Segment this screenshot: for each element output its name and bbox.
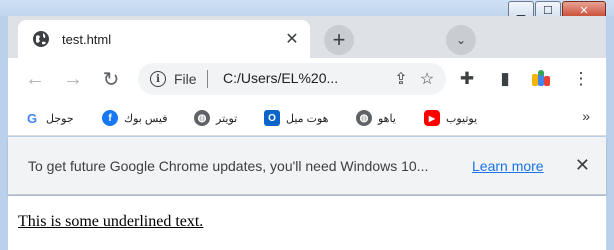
new-tab-button[interactable]: + — [324, 25, 354, 55]
toolbar: ← → ↻ i File C:/Users/EL%20... ⇪ ☆ ✚ ▮ ⋮ — [8, 58, 606, 100]
bookmarks-overflow-icon[interactable]: » — [582, 108, 590, 124]
globe-icon: ◍ — [356, 110, 372, 126]
bookmark-label: تويتر — [216, 112, 238, 125]
infobar-message: To get future Google Chrome updates, you… — [28, 158, 429, 174]
outlook-icon: O — [264, 110, 280, 126]
bookmark-star-icon[interactable]: ☆ — [416, 68, 438, 90]
bookmark-facebook[interactable]: f فيس بوك — [102, 108, 167, 128]
url-text[interactable]: C:/Users/EL%20... — [223, 70, 338, 86]
globe-icon: ◍ — [194, 110, 210, 126]
back-button[interactable]: ← — [22, 66, 48, 92]
site-info-chip[interactable]: i File — [144, 67, 214, 91]
site-label: File — [174, 71, 197, 87]
learn-more-link[interactable]: Learn more — [472, 158, 544, 174]
bookmark-label: جوجل — [46, 112, 74, 125]
facebook-icon: f — [102, 110, 118, 126]
bookmark-label: ياهو — [378, 112, 396, 125]
browser-window: ▁ ☐ ✕ test.html ✕ + ⌄ ← → ↻ i File C:/Us… — [0, 0, 614, 250]
bookmark-twitter[interactable]: ◍ تويتر — [194, 108, 237, 128]
avatar-icon — [532, 70, 550, 86]
google-icon: G — [24, 110, 40, 126]
infobar-close-icon[interactable]: ✕ — [575, 155, 590, 176]
update-infobar: To get future Google Chrome updates, you… — [8, 137, 606, 195]
tab-search-button[interactable]: ⌄ — [446, 25, 476, 55]
bookmark-youtube[interactable]: ▶ يوتيوب — [424, 108, 477, 128]
reload-button[interactable]: ↻ — [98, 66, 124, 92]
bookmark-label: يوتيوب — [446, 112, 478, 125]
extensions-icon[interactable]: ✚ — [454, 66, 480, 92]
underlined-text: This is some underlined text. — [18, 213, 204, 230]
window-border-left — [0, 16, 8, 250]
info-icon: i — [150, 71, 166, 87]
window-border-right — [606, 16, 614, 250]
page-content: This is some underlined text. — [8, 196, 606, 250]
tab-active[interactable]: test.html ✕ — [18, 20, 310, 58]
side-panel-icon[interactable]: ▮ — [492, 66, 518, 92]
bookmarks-bar: G جوجل f فيس بوك ◍ تويتر O هوت ميل ◍ ياه… — [8, 100, 606, 136]
share-icon[interactable]: ⇪ — [390, 68, 412, 90]
bookmark-google[interactable]: G جوجل — [24, 108, 74, 128]
forward-button[interactable]: → — [60, 66, 86, 92]
tab-close-icon[interactable]: ✕ — [282, 29, 302, 49]
chrome-menu-icon[interactable]: ⋮ — [568, 66, 594, 92]
youtube-icon: ▶ — [424, 110, 440, 126]
address-bar[interactable]: i File C:/Users/EL%20... ⇪ ☆ — [138, 63, 446, 95]
tab-title: test.html — [62, 31, 112, 47]
bookmark-label: هوت ميل — [286, 112, 329, 125]
bookmark-yahoo[interactable]: ◍ ياهو — [356, 108, 396, 128]
globe-icon — [33, 31, 49, 47]
bookmark-label: فيس بوك — [124, 112, 168, 125]
chip-divider — [206, 70, 208, 88]
bookmark-hotmail[interactable]: O هوت ميل — [264, 108, 328, 128]
tab-strip: test.html ✕ + ⌄ — [8, 16, 606, 58]
profile-avatar[interactable] — [528, 66, 554, 92]
